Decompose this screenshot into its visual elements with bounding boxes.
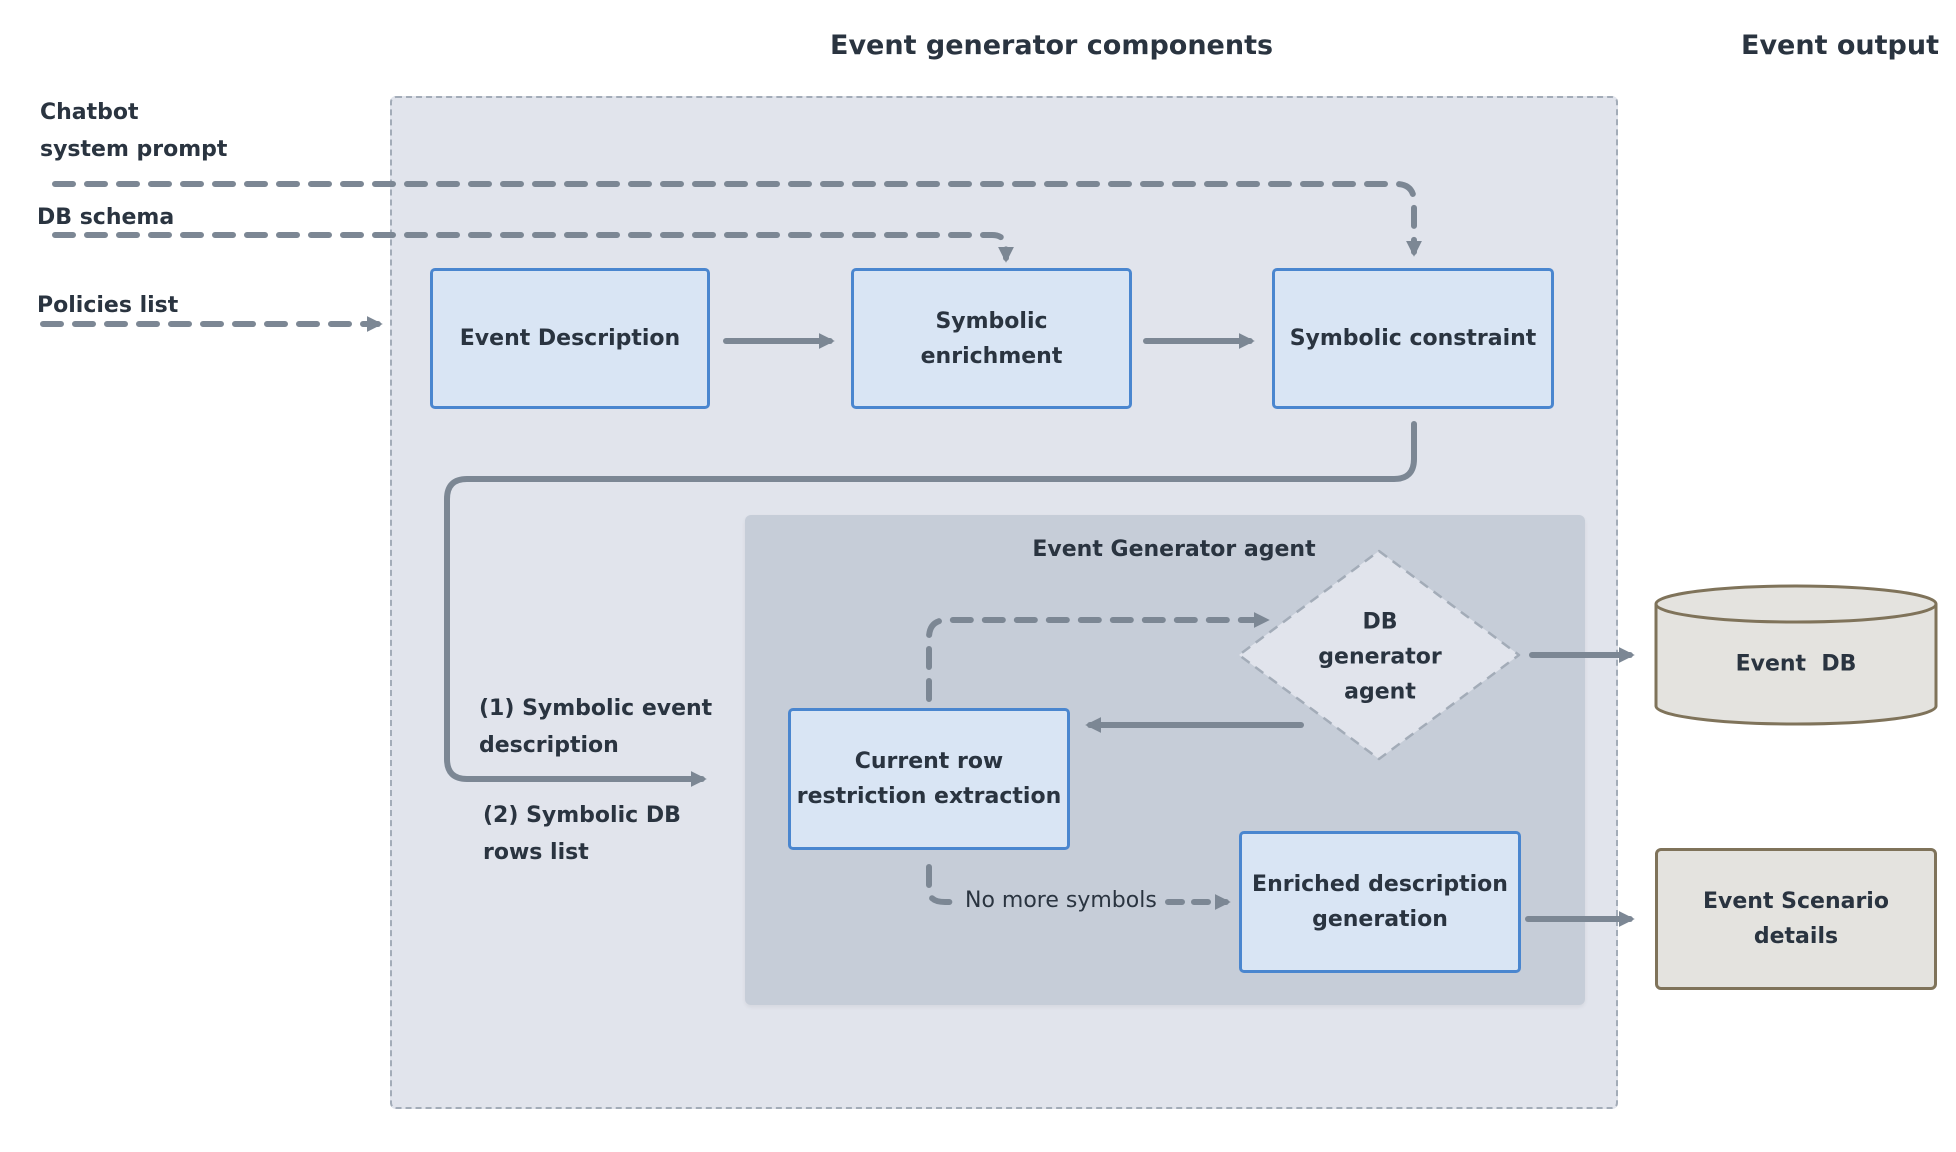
chatbot-label-line1: Chatbot	[40, 100, 139, 125]
event-db-label[interactable]: Event DB	[1736, 652, 1857, 677]
chatbot-system-prompt-label: Chatbot system prompt	[40, 94, 227, 168]
flow-label-1-line1: (1) Symbolic event	[479, 696, 713, 721]
components-heading: Event generator components	[830, 30, 1274, 61]
policies-list-label: Policies list	[37, 293, 179, 318]
enriched-description-node[interactable]: Enriched description generation	[1239, 831, 1521, 973]
symbolic-enrichment-node[interactable]: Symbolic enrichment	[851, 268, 1132, 409]
event-scenario-label-line2: details	[1753, 924, 1839, 949]
enriched-description-label-line2: generation	[1312, 907, 1448, 932]
enriched-description-label-line1: Enriched description	[1252, 872, 1508, 897]
db-generator-label-line3: agent	[1344, 679, 1416, 705]
event-description-node[interactable]: Event Description	[430, 268, 710, 409]
symbolic-db-rows-label: (2) Symbolic DB rows list	[483, 797, 681, 871]
flow-label-1-line2: description	[479, 733, 619, 758]
db-schema-label: DB schema	[37, 205, 175, 230]
event-scenario-details-node[interactable]: Event Scenario details	[1655, 848, 1937, 990]
symbolic-enrichment-label-line2: enrichment	[920, 343, 1063, 369]
flow-label-2-line2: rows list	[483, 840, 589, 865]
symbolic-constraint-node[interactable]: Symbolic constraint	[1272, 268, 1554, 409]
current-row-label-line2: restriction extraction	[796, 784, 1062, 809]
symbolic-enrichment-label-line1: Symbolic	[935, 308, 1048, 334]
symbolic-event-description-label: (1) Symbolic event description	[479, 690, 712, 764]
event-description-label: Event Description	[459, 326, 681, 351]
current-row-restriction-node[interactable]: Current row restriction extraction	[788, 708, 1070, 850]
db-generator-label-line2: generator	[1318, 644, 1442, 670]
no-more-symbols-label: No more symbols	[962, 888, 1160, 913]
output-heading: Event output	[1741, 30, 1940, 61]
current-row-label-line1: Current row	[854, 749, 1004, 774]
event-scenario-label-line1: Event Scenario	[1703, 889, 1889, 914]
db-generator-label-line1: DB	[1362, 609, 1398, 635]
event-generator-agent-title: Event Generator agent	[1032, 537, 1316, 562]
symbolic-constraint-label: Symbolic constraint	[1289, 326, 1537, 351]
db-generator-agent-label[interactable]: DB generator agent	[1318, 605, 1441, 710]
chatbot-label-line2: system prompt	[40, 137, 228, 162]
flow-label-2-line1: (2) Symbolic DB	[483, 803, 681, 828]
